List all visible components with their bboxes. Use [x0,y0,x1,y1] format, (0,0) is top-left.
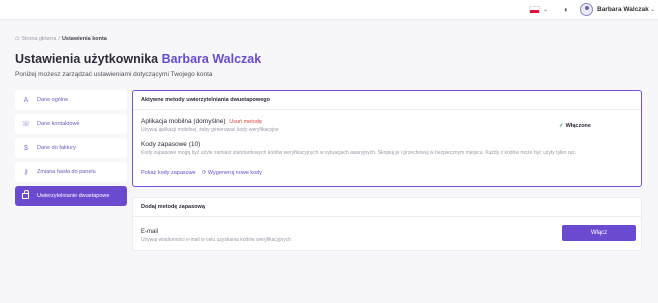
settings-sidebar: A Dane ogólne ☏ Dane kontaktowe $ Dane d… [15,90,127,210]
language-chevron-down-icon[interactable]: ⌄ [543,6,548,13]
sidebar-item-general[interactable]: A Dane ogólne [15,90,127,110]
page-title-user: Barbara Walczak [161,52,262,66]
breadcrumb-current: Ustawienia konta [61,35,107,42]
user-menu-chevron-down-icon[interactable]: ⌄ [650,6,655,13]
backup-codes-method: Kody zapasowe (10) Kody zapasowe mogą by… [141,141,576,158]
mobile-app-method: Aplikacja mobilna (domyślne) Usuń metodę… [141,118,279,135]
page-subtitle: Poniżej możesz zarządzać ustawieniami do… [15,71,213,78]
sidebar-item-label: Dane ogólne [37,97,69,103]
phone-icon: ☏ [21,121,31,128]
sidebar-item-two-factor[interactable]: Uwierzytelnianie dwuetapowe [15,186,127,206]
sidebar-item-label: Zmiana hasła do panelu [37,169,96,175]
sidebar-item-contact[interactable]: ☏ Dane kontaktowe [15,114,127,134]
add-method-header: Dodaj metodę zapasową [133,198,641,217]
breadcrumb: ⌂ Strona główna / Ustawienia konta [15,35,107,42]
add-method-card: Dodaj metodę zapasową E-mail Używaj wiad… [132,197,642,251]
email-method-title: E-mail [141,229,159,235]
top-bar: ⌄ ◐ Barbara Walczak ⌄ [0,0,658,20]
regenerate-codes-link[interactable]: ⟳ Wygeneruj nowe kody [202,170,262,176]
status-label: Włączone [565,123,591,129]
sidebar-item-label: Dane kontaktowe [37,121,80,127]
theme-toggle-icon[interactable]: ◐ [564,5,569,14]
sidebar-item-password[interactable]: ⚷ Zmiana hasła do panelu [15,162,127,182]
dollar-icon: $ [24,144,28,152]
backup-code-actions: Pokaż kody zapasowe ⟳ Wygeneruj nowe kod… [141,170,262,176]
active-methods-header: Aktywne metody uwierzytelniania dwuetapo… [133,91,641,110]
avatar[interactable] [580,3,593,16]
mobile-app-description: Używaj aplikacji mobilnej, żeby generowa… [141,127,279,133]
breadcrumb-separator: / [58,35,60,42]
lock-icon [22,190,29,199]
mobile-app-title: Aplikacja mobilna (domyślne) [141,118,226,125]
polish-flag-icon[interactable] [529,6,540,13]
check-icon: ✓ [559,123,564,129]
regenerate-codes-label: Wygeneruj nowe kody [207,170,262,176]
sidebar-item-invoice[interactable]: $ Dane do faktury [15,138,127,158]
page-title: Ustawienia użytkownika Barbara Walczak [15,52,261,66]
user-name[interactable]: Barbara Walczak [597,6,649,13]
key-icon: ⚷ [23,169,29,176]
backup-codes-description: Kody zapasowe mogą być użyte zamiast sta… [141,150,577,156]
show-backup-codes-link[interactable]: Pokaż kody zapasowe [141,170,196,176]
backup-codes-title: Kody zapasowe (10) [141,141,201,148]
sidebar-item-label: Uwierzytelnianie dwuetapowe [37,193,110,199]
home-icon[interactable]: ⌂ [15,35,19,42]
page-title-prefix: Ustawienia użytkownika [15,52,159,66]
enable-email-button[interactable]: Włącz [562,225,636,241]
active-methods-card: Aktywne metody uwierzytelniania dwuetapo… [132,90,642,187]
sidebar-item-label: Dane do faktury [37,145,76,151]
remove-method-link[interactable]: Usuń metodę [229,119,262,125]
user-icon: A [23,96,29,104]
email-method-description: Używaj wiadomości e-mail w celu uzyskani… [141,237,292,243]
breadcrumb-home[interactable]: Strona główna [21,36,56,42]
status-badge: ✓ Włączone [559,123,591,129]
refresh-icon: ⟳ [201,170,207,176]
